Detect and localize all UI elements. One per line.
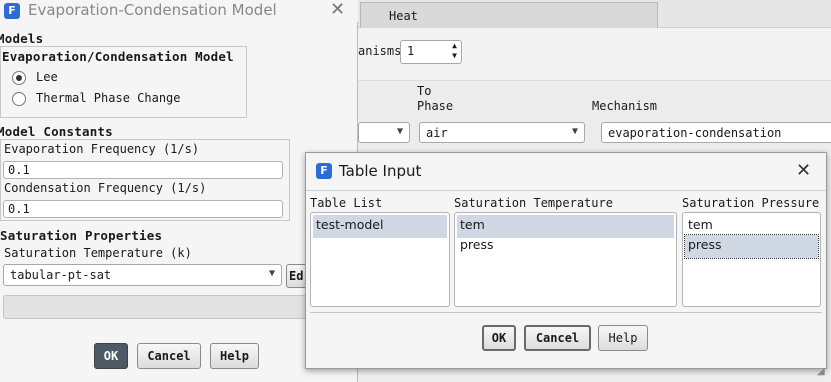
table-input-dialog: F Table Input ✕ Table List test-model Sa…: [305, 152, 827, 369]
saturation-temperature-dropdown[interactable]: tabular-pt-sat ▼: [3, 264, 282, 286]
to-phase-value: air: [426, 126, 448, 140]
saturation-pressure-header: Saturation Pressure: [682, 196, 820, 210]
list-item[interactable]: test-model: [313, 215, 447, 238]
radio-circle[interactable]: [12, 92, 26, 106]
to-phase-header-2: Phase: [417, 99, 454, 113]
app-icon: F: [316, 163, 332, 179]
evap-frequency-value: 0.1: [8, 163, 30, 177]
saturation-temperature-label: Saturation Temperature (k): [4, 246, 192, 260]
models-section-label: Models: [0, 31, 44, 46]
cancel-button[interactable]: Cancel: [524, 325, 591, 351]
mechanism-value: evaporation-condensation: [608, 126, 782, 140]
tab-heat[interactable]: Heat: [360, 2, 658, 28]
mechanism-header: Mechanism: [592, 99, 658, 113]
table-list-box[interactable]: test-model: [310, 212, 450, 307]
to-phase-header-1: To: [417, 84, 432, 98]
ok-button[interactable]: OK: [482, 325, 516, 351]
app-icon: F: [4, 3, 20, 19]
saturation-temperature-list[interactable]: tem press: [454, 212, 677, 307]
tab-heat-label: Heat: [389, 9, 418, 23]
mechanisms-label: anisms: [358, 44, 402, 58]
button-divider: [310, 312, 822, 313]
radio-lee[interactable]: Lee: [12, 70, 212, 88]
title-divider: [306, 190, 826, 191]
table-input-title: Table Input: [339, 162, 422, 180]
help-button[interactable]: Help: [598, 325, 648, 351]
list-item[interactable]: press: [457, 235, 674, 258]
list-item[interactable]: press: [684, 234, 819, 259]
chevron-down-icon: ▼: [268, 268, 275, 279]
model-constants-label: Model Constants: [0, 124, 113, 139]
cond-frequency-label: Condensation Frequency (1/s): [4, 181, 207, 195]
mechanisms-value: 1: [407, 44, 415, 58]
radio-thermal-label: Thermal Phase Change: [36, 91, 181, 105]
mechanism-dropdown[interactable]: evaporation-condensation: [601, 122, 831, 143]
evap-frequency-label: Evaporation Frequency (1/s): [4, 142, 200, 156]
radio-circle[interactable]: [12, 71, 26, 85]
close-icon[interactable]: ✕: [330, 0, 345, 20]
radio-lee-label: Lee: [36, 70, 58, 84]
evap-cond-titlebar: F Evaporation-Condensation Model ✕: [0, 0, 358, 22]
saturation-temperature-value: tabular-pt-sat: [10, 268, 112, 282]
saturation-temperature-header: Saturation Temperature: [454, 196, 613, 210]
radio-thermal-phase-change[interactable]: Thermal Phase Change: [12, 91, 232, 109]
to-phase-dropdown[interactable]: air ▼: [419, 122, 585, 143]
cond-frequency-value: 0.1: [8, 202, 30, 216]
cancel-button[interactable]: Cancel: [137, 343, 201, 369]
mechanisms-spinner[interactable]: 1 ▲ ▼: [400, 40, 462, 64]
chevron-down-icon: ▼: [571, 126, 578, 137]
resize-grip-icon[interactable]: ◢: [817, 366, 825, 377]
expression-field[interactable]: [3, 295, 323, 319]
from-phase-dropdown[interactable]: ▼: [358, 122, 410, 143]
help-button[interactable]: Help: [210, 343, 259, 369]
model-group-label: Evaporation/Condensation Model: [2, 49, 234, 64]
saturation-properties-label: Saturation Properties: [0, 228, 163, 243]
evap-frequency-input[interactable]: 0.1: [3, 161, 283, 179]
table-list-header: Table List: [310, 196, 383, 210]
chevron-down-icon: ▼: [396, 126, 403, 137]
spinner-arrows-icon[interactable]: ▲ ▼: [452, 41, 457, 61]
dialog-title: Evaporation-Condensation Model: [28, 1, 277, 19]
ok-button[interactable]: OK: [94, 343, 128, 369]
saturation-pressure-list[interactable]: tem press: [682, 212, 821, 307]
cond-frequency-input[interactable]: 0.1: [3, 200, 283, 218]
close-icon[interactable]: ✕: [796, 160, 811, 181]
